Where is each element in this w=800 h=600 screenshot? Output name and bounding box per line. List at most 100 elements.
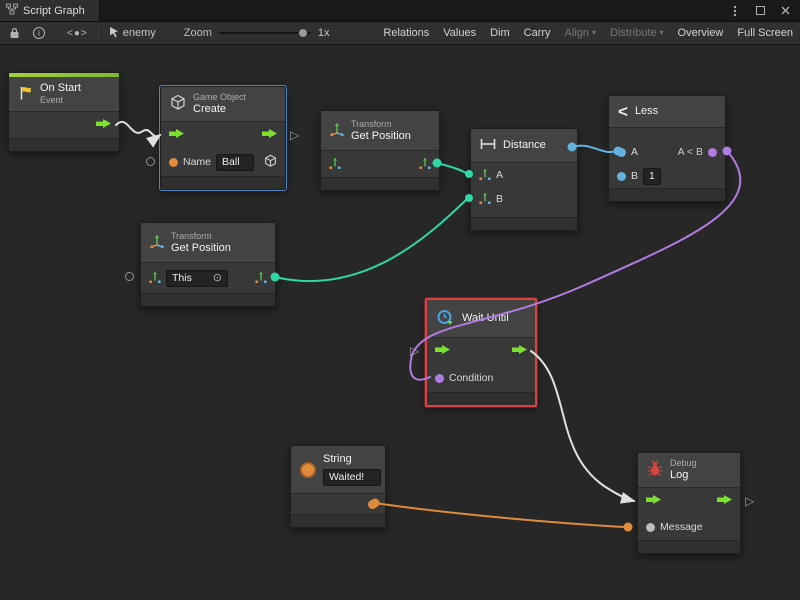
input-a-label: A [631,146,638,158]
game-object-output-port[interactable] [264,154,277,171]
zoom-value: 1x [318,27,330,39]
maximize-icon[interactable] [754,5,766,17]
node-title: On Start [40,82,81,95]
flow-output-port[interactable] [95,118,112,132]
flow-output-port[interactable] [716,494,733,508]
graph-name-label: enemy [123,27,156,39]
condition-label: Condition [449,372,493,384]
timer-icon [436,308,455,330]
carry-button[interactable]: Carry [517,22,558,44]
b-value-field[interactable]: 1 [643,168,661,185]
node-category: Transform [171,231,231,242]
node-subtitle: Event [40,95,81,106]
string-input-port[interactable] [169,158,178,167]
relations-button[interactable]: Relations [376,22,436,44]
input-b-label: B [631,170,638,182]
node-footer [9,138,119,151]
script-graph-window: Script Graph i <●> [0,0,800,600]
zoom-slider[interactable] [219,27,311,39]
distance-icon [480,138,496,153]
node-title: Get Position [171,242,231,255]
node-footer [638,540,740,553]
node-footer [427,392,535,405]
number-input-a-port[interactable] [617,148,626,157]
target-field[interactable]: This ⊙ [166,270,228,287]
cube-icon [170,94,186,114]
unconnected-target-port[interactable] [146,157,155,166]
condition-input-port[interactable] [435,374,444,383]
node-get-position-top[interactable]: Transform Get Position [320,110,440,191]
node-string-literal[interactable]: String Waited! [290,445,386,528]
vector3-output-port[interactable] [419,157,431,172]
vector3-input-a-port[interactable] [479,168,491,183]
flow-continuation-icon[interactable]: ▷ [410,345,419,357]
flow-output-port[interactable] [511,344,528,358]
transform-icon [150,234,164,251]
name-field[interactable]: Ball [216,154,254,171]
node-footer [291,514,385,527]
full-screen-button[interactable]: Full Screen [730,22,800,44]
unconnected-target-port[interactable] [125,272,134,281]
bool-output-port[interactable] [708,148,717,157]
chevron-down-icon: ▾ [660,29,664,37]
node-footer [471,217,577,230]
node-distance[interactable]: Distance A B [470,128,578,231]
node-footer [609,188,725,201]
graph-window-icon [6,3,18,18]
object-picker-icon[interactable]: ⊙ [213,272,222,285]
flow-continuation-icon[interactable]: ▷ [745,495,754,507]
message-label: Message [660,521,703,533]
zoom-label: Zoom [184,27,212,39]
flow-continuation-icon[interactable]: ▷ [290,129,299,141]
node-debug-log[interactable]: Debug Log Message [637,452,741,554]
node-get-position-bottom[interactable]: Transform Get Position This ⊙ [140,222,276,307]
code-icon[interactable]: <●> [67,28,88,39]
lock-icon[interactable] [5,22,24,44]
node-title: Get Position [351,130,411,143]
distribute-dropdown[interactable]: Distribute▾ [603,22,670,44]
align-dropdown[interactable]: Align▾ [558,22,603,44]
toolbar-divider [98,26,99,40]
input-b-label: B [496,193,503,205]
graph-pointer-icon [109,26,119,41]
string-output-port[interactable] [368,500,377,509]
message-input-port[interactable] [646,523,655,532]
flow-output-port[interactable] [261,128,278,142]
node-wait-until[interactable]: Wait Until Condition [425,298,537,407]
node-footer [141,293,275,306]
node-less[interactable]: < Less A A < B B 1 [608,95,726,202]
window-menu-icon[interactable] [729,5,741,17]
node-on-start-event[interactable]: On Start Event [8,72,120,152]
node-title: Distance [503,139,546,152]
node-title: Less [635,105,658,118]
node-category: Game Object [193,92,246,103]
zoom-slider-handle[interactable] [298,28,308,38]
close-icon[interactable] [779,5,791,17]
window-controls [729,5,800,17]
titlebar: Script Graph [0,0,800,22]
values-button[interactable]: Values [436,22,483,44]
vector3-output-port[interactable] [255,271,267,286]
name-label: Name [183,156,211,168]
node-title: Create [193,103,246,116]
flow-input-port[interactable] [168,128,185,142]
flow-input-port[interactable] [434,344,451,358]
node-category: Transform [351,119,411,130]
vector3-input-b-port[interactable] [479,192,491,207]
number-input-b-port[interactable] [617,172,626,181]
info-icon[interactable]: i [33,27,45,39]
string-type-icon [300,462,316,478]
node-title: String [323,453,381,466]
transform-input-port[interactable] [329,157,341,172]
dim-button[interactable]: Dim [483,22,517,44]
input-a-label: A [496,169,503,181]
tab-script-graph[interactable]: Script Graph [0,0,100,21]
flag-icon [18,85,33,104]
transform-input-port[interactable] [149,271,161,286]
flow-input-port[interactable] [645,494,662,508]
node-create-game-object[interactable]: Game Object Create Name Ball [160,86,286,190]
overview-button[interactable]: Overview [671,22,731,44]
less-icon: < [618,103,628,120]
node-footer [321,177,439,190]
string-value-field[interactable]: Waited! [323,469,381,486]
